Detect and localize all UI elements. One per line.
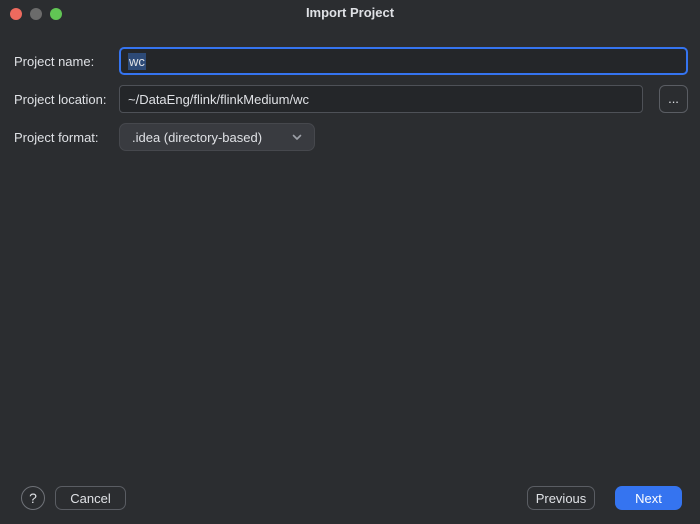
project-name-value: wc <box>128 52 146 70</box>
chevron-down-icon <box>292 134 302 140</box>
window-title: Import Project <box>305 5 395 20</box>
project-format-value: .idea (directory-based) <box>132 129 263 145</box>
question-mark-icon: ? <box>29 490 37 506</box>
next-button[interactable]: Next <box>615 486 682 510</box>
project-location-label: Project location: <box>14 92 107 107</box>
project-format-label: Project format: <box>14 130 99 145</box>
help-button[interactable]: ? <box>21 486 45 510</box>
cancel-button[interactable]: Cancel <box>55 486 126 510</box>
title-bar: Import Project <box>0 0 700 28</box>
project-location-value: ~/DataEng/flink/flinkMedium/wc <box>128 91 309 107</box>
ellipsis-icon: ... <box>668 91 679 106</box>
project-location-input[interactable]: ~/DataEng/flink/flinkMedium/wc <box>119 85 643 113</box>
project-name-label: Project name: <box>14 54 95 69</box>
project-format-dropdown[interactable]: .idea (directory-based) <box>119 123 315 151</box>
previous-button[interactable]: Previous <box>527 486 595 510</box>
project-name-input[interactable]: wc <box>119 47 688 75</box>
browse-location-button[interactable]: ... <box>659 85 688 113</box>
